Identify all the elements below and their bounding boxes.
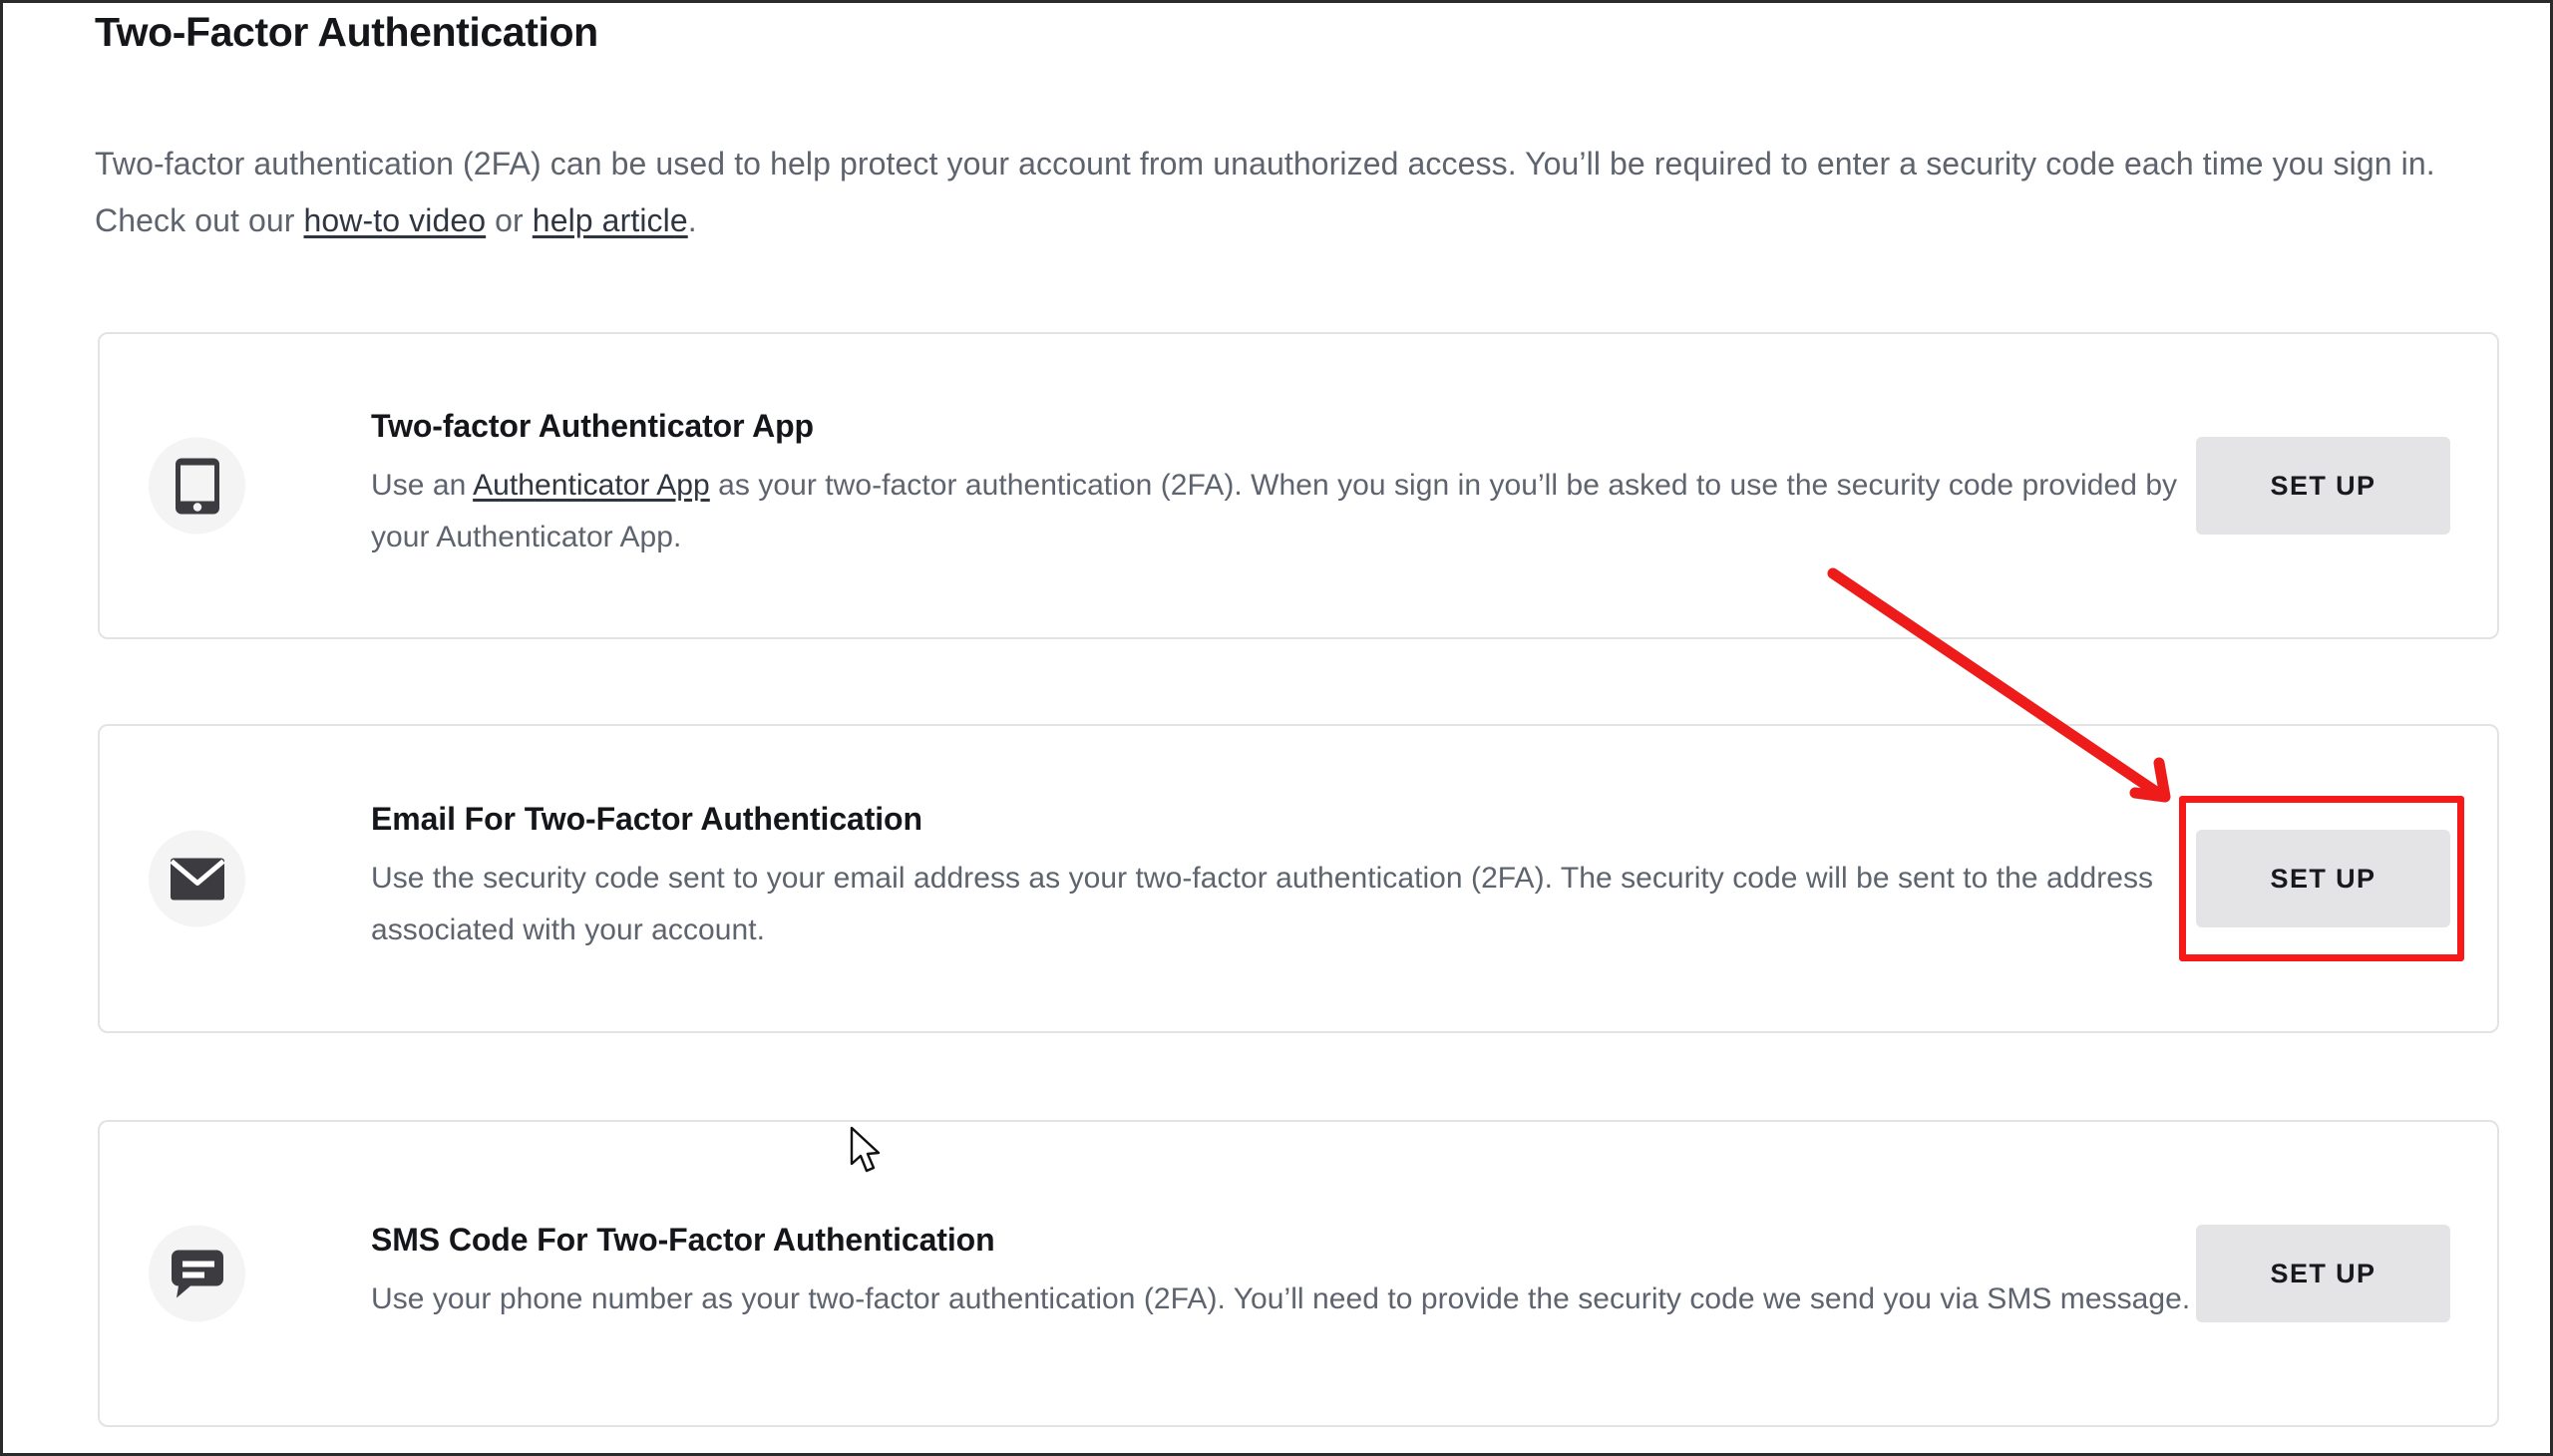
method-card-email: Email For Two-Factor Authentication Use … — [98, 724, 2499, 1033]
two-factor-authentication-page: Two-Factor Authentication Two-factor aut… — [0, 0, 2553, 1456]
method-description: Use your phone number as your two-factor… — [371, 1282, 2191, 1315]
method-card-body: SMS Code For Two-Factor Authentication U… — [371, 1222, 2198, 1325]
method-card-authenticator-app: Two-factor Authenticator App Use an Auth… — [98, 332, 2499, 639]
method-title: Two-factor Authenticator App — [371, 408, 814, 444]
method-card-body: Two-factor Authenticator App Use an Auth… — [371, 408, 2198, 563]
method-description: Use the security code sent to your email… — [371, 862, 2154, 946]
intro-text-between: or — [486, 202, 533, 238]
intro-paragraph: Two-factor authentication (2FA) can be u… — [95, 136, 2448, 249]
how-to-video-link[interactable]: how-to video — [304, 202, 487, 238]
setup-button-sms[interactable]: SET UP — [2196, 1225, 2450, 1322]
help-article-link[interactable]: help article — [533, 202, 688, 238]
setup-button-authenticator-app[interactable]: SET UP — [2196, 437, 2450, 535]
chat-bubble-icon — [149, 1225, 245, 1322]
method-title: Email For Two-Factor Authentication — [371, 801, 922, 837]
method-card-sms: SMS Code For Two-Factor Authentication U… — [98, 1120, 2499, 1427]
envelope-icon — [149, 830, 245, 927]
setup-button-email[interactable]: SET UP — [2196, 830, 2450, 927]
method-description-part1: Use an — [371, 469, 474, 502]
intro-text-part2: . — [687, 202, 697, 238]
phone-icon — [149, 437, 245, 535]
method-title: SMS Code For Two-Factor Authentication — [371, 1222, 995, 1258]
page-title: Two-Factor Authentication — [95, 9, 598, 55]
method-description: Use an Authenticator App as your two-fac… — [371, 460, 2198, 563]
authenticator-app-link[interactable]: Authenticator App — [473, 469, 710, 502]
method-card-body: Email For Two-Factor Authentication Use … — [371, 801, 2198, 956]
